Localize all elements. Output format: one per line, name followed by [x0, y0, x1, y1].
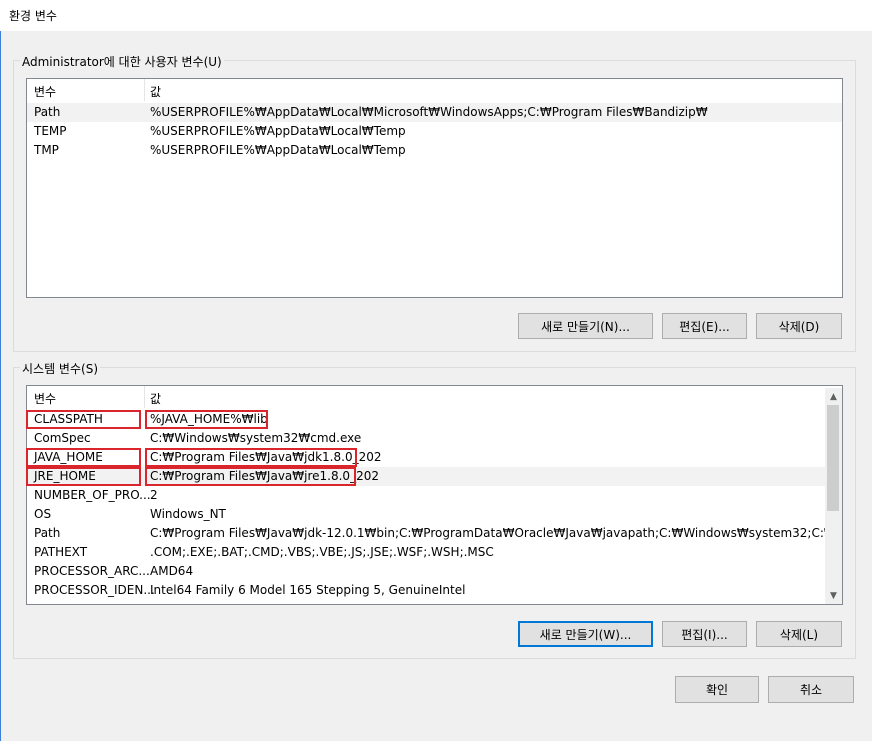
- table-row[interactable]: CLASSPATH %JAVA_HOME%₩lib: [27, 410, 842, 429]
- variable-name: CLASSPATH: [34, 412, 103, 426]
- column-header-value[interactable]: 값: [150, 83, 161, 100]
- scroll-down-arrow-icon[interactable]: ▼: [825, 587, 842, 604]
- column-header-variable[interactable]: 변수: [34, 390, 56, 407]
- title-bar: 환경 변수: [0, 0, 872, 31]
- variable-value: 2: [150, 488, 158, 502]
- variable-name: ComSpec: [34, 431, 91, 445]
- variable-name: NUMBER_OF_PRO...: [34, 488, 151, 502]
- variable-value: %USERPROFILE%₩AppData₩Local₩Temp: [150, 143, 406, 157]
- system-edit-button[interactable]: 편집(I)...: [662, 621, 747, 647]
- variable-name: PATHEXT: [34, 545, 88, 559]
- table-row[interactable]: TMP %USERPROFILE%₩AppData₩Local₩Temp: [27, 141, 842, 160]
- table-row[interactable]: Path C:₩Program Files₩Java₩jdk-12.0.1₩bi…: [27, 524, 842, 543]
- column-separator[interactable]: [144, 386, 145, 408]
- user-delete-button[interactable]: 삭제(D): [756, 313, 842, 339]
- column-separator[interactable]: [144, 79, 145, 101]
- variable-value: C:₩Program Files₩Java₩jdk-12.0.1₩bin;C:₩…: [150, 526, 843, 540]
- variable-value: %USERPROFILE%₩AppData₩Local₩Microsoft₩Wi…: [150, 105, 708, 119]
- system-delete-button[interactable]: 삭제(L): [756, 621, 842, 647]
- variable-value: %JAVA_HOME%₩lib: [150, 412, 268, 426]
- variable-value: AMD64: [150, 564, 194, 578]
- user-edit-button[interactable]: 편집(E)...: [662, 313, 747, 339]
- table-row[interactable]: PROCESSOR_ARC... AMD64: [27, 562, 842, 581]
- table-row[interactable]: JRE_HOME C:₩Program Files₩Java₩jre1.8.0_…: [27, 467, 842, 486]
- column-header-variable[interactable]: 변수: [34, 83, 56, 100]
- table-row[interactable]: TEMP %USERPROFILE%₩AppData₩Local₩Temp: [27, 122, 842, 141]
- variable-value: C:₩Windows₩system32₩cmd.exe: [150, 431, 362, 445]
- user-new-button[interactable]: 새로 만들기(N)...: [518, 313, 653, 339]
- window-left-border: [0, 31, 1, 741]
- variable-name: Path: [34, 526, 61, 540]
- variable-name: TEMP: [34, 124, 67, 138]
- variable-name: Path: [34, 105, 61, 119]
- vertical-scrollbar[interactable]: ▲ ▼: [825, 388, 842, 604]
- variable-name: JAVA_HOME: [34, 450, 103, 464]
- variable-value: Windows_NT: [150, 507, 226, 521]
- table-row[interactable]: PATHEXT .COM;.EXE;.BAT;.CMD;.VBS;.VBE;.J…: [27, 543, 842, 562]
- table-row[interactable]: OS Windows_NT: [27, 505, 842, 524]
- system-new-button[interactable]: 새로 만들기(W)...: [518, 621, 653, 647]
- table-row[interactable]: ComSpec C:₩Windows₩system32₩cmd.exe: [27, 429, 842, 448]
- window-title: 환경 변수: [9, 9, 57, 23]
- list-header: 변수 값: [27, 79, 842, 101]
- variable-name: PROCESSOR_IDEN...: [34, 583, 155, 597]
- scrollbar-thumb[interactable]: [827, 405, 839, 511]
- variable-name: PROCESSOR_ARC...: [34, 564, 150, 578]
- scroll-up-arrow-icon[interactable]: ▲: [825, 388, 842, 405]
- variable-name: TMP: [34, 143, 59, 157]
- column-header-value[interactable]: 값: [150, 390, 161, 407]
- table-row[interactable]: JAVA_HOME C:₩Program Files₩Java₩jdk1.8.0…: [27, 448, 842, 467]
- ok-button[interactable]: 확인: [675, 676, 759, 703]
- list-header: 변수 값: [27, 386, 842, 408]
- cancel-button[interactable]: 취소: [768, 676, 854, 703]
- variable-name: JRE_HOME: [34, 469, 96, 483]
- variable-value: Intel64 Family 6 Model 165 Stepping 5, G…: [150, 583, 466, 597]
- user-variables-list[interactable]: 변수 값 Path %USERPROFILE%₩AppData₩Local₩Mi…: [26, 78, 843, 298]
- variable-value: C:₩Program Files₩Java₩jdk1.8.0_202: [150, 450, 382, 464]
- table-row[interactable]: NUMBER_OF_PRO... 2: [27, 486, 842, 505]
- system-variables-label: 시스템 변수(S): [20, 360, 100, 377]
- table-row[interactable]: PROCESSOR_IDEN... Intel64 Family 6 Model…: [27, 581, 842, 600]
- variable-value: .COM;.EXE;.BAT;.CMD;.VBS;.VBE;.JS;.JSE;.…: [150, 545, 494, 559]
- user-variables-label: Administrator에 대한 사용자 변수(U): [20, 53, 224, 70]
- table-row[interactable]: Path %USERPROFILE%₩AppData₩Local₩Microso…: [27, 103, 842, 122]
- system-variables-list[interactable]: 변수 값 CLASSPATH %JAVA_HOME%₩lib ComSpec C…: [26, 385, 843, 605]
- variable-value: C:₩Program Files₩Java₩jre1.8.0_202: [150, 469, 379, 483]
- variable-name: OS: [34, 507, 52, 521]
- variable-value: %USERPROFILE%₩AppData₩Local₩Temp: [150, 124, 406, 138]
